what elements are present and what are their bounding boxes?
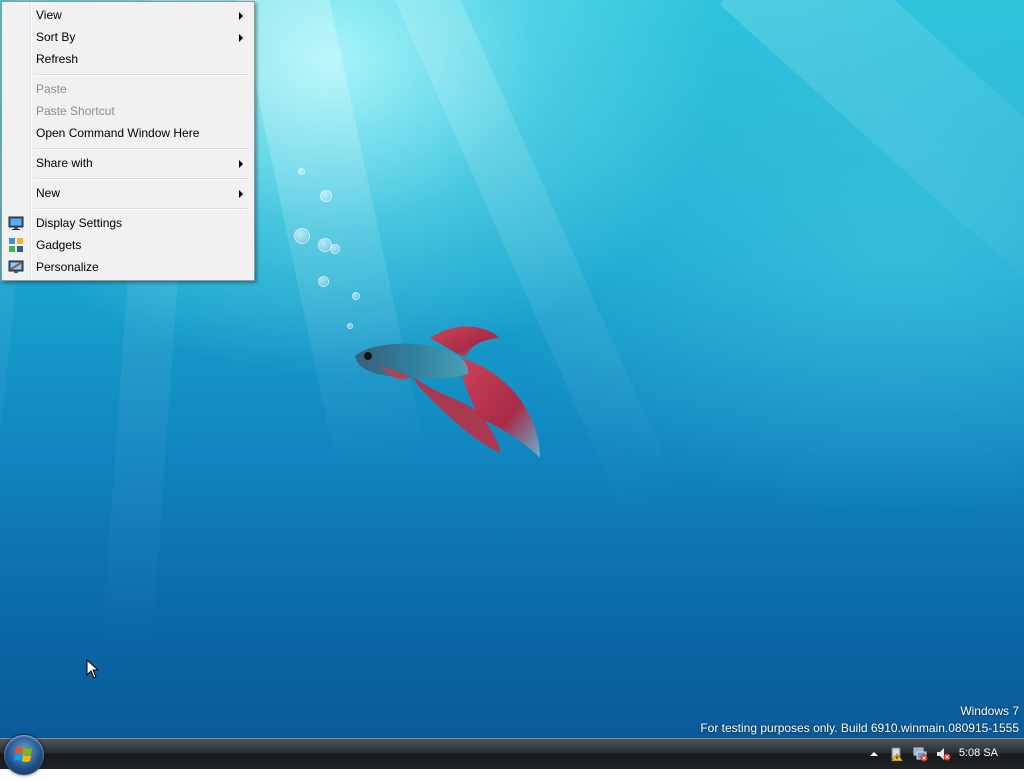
notification-area: 5:08 SA <box>854 739 1024 769</box>
menu-item-label: Display Settings <box>36 216 123 230</box>
menu-item-refresh[interactable]: Refresh <box>4 48 252 70</box>
menu-separator <box>33 178 250 180</box>
windows-logo-icon <box>14 747 32 762</box>
menu-item-share-with[interactable]: Share with <box>4 152 252 174</box>
menu-item-label: Paste Shortcut <box>36 104 115 118</box>
menu-item-label: Paste <box>36 82 67 96</box>
menu-item-gadgets[interactable]: Gadgets <box>4 234 252 256</box>
menu-item-label: Refresh <box>36 52 79 66</box>
desktop-context-menu: View Sort By Refresh Paste Paste Shortcu… <box>1 1 255 281</box>
taskbar: 5:08 SA <box>0 735 1024 775</box>
menu-item-label: Open Command Window Here <box>36 126 200 140</box>
menu-item-display-settings[interactable]: Display Settings <box>4 212 252 234</box>
submenu-arrow-icon <box>239 190 243 198</box>
action-center-warning-icon[interactable] <box>889 746 905 762</box>
submenu-arrow-icon <box>239 34 243 42</box>
menu-item-label: Share with <box>36 156 93 170</box>
menu-item-label: Personalize <box>36 260 99 274</box>
build-info-text: For testing purposes only. Build 6910.wi… <box>700 721 1019 735</box>
menu-item-paste[interactable]: Paste <box>4 78 252 100</box>
taskbar-clock[interactable]: 5:08 SA <box>959 747 998 759</box>
betta-fish-image <box>355 326 540 458</box>
gadgets-icon <box>9 238 23 252</box>
menu-item-paste-shortcut[interactable]: Paste Shortcut <box>4 100 252 122</box>
menu-item-label: Gadgets <box>36 238 82 252</box>
menu-item-personalize[interactable]: Personalize <box>4 256 252 278</box>
volume-muted-icon[interactable] <box>935 746 951 762</box>
menu-item-label: Sort By <box>36 30 76 44</box>
personalize-icon <box>8 260 24 273</box>
build-watermark: Windows 7 For testing purposes only. Bui… <box>700 703 1019 737</box>
menu-item-label: New <box>36 186 61 200</box>
os-name-text: Windows 7 <box>960 704 1019 718</box>
show-hidden-icons-arrow-icon[interactable] <box>866 746 882 762</box>
submenu-arrow-icon <box>239 160 243 168</box>
menu-separator <box>33 148 250 150</box>
menu-item-sort-by[interactable]: Sort By <box>4 26 252 48</box>
mouse-cursor-icon <box>86 659 100 679</box>
submenu-arrow-icon <box>239 12 243 20</box>
menu-separator <box>33 208 250 210</box>
network-disconnected-icon[interactable] <box>912 746 928 762</box>
menu-item-open-command-window[interactable]: Open Command Window Here <box>4 122 252 144</box>
menu-separator <box>33 74 250 76</box>
start-button[interactable] <box>4 735 44 775</box>
menu-item-view[interactable]: View <box>4 4 252 26</box>
menu-item-label: View <box>36 8 62 22</box>
display-settings-icon <box>8 216 24 230</box>
menu-item-new[interactable]: New <box>4 182 252 204</box>
